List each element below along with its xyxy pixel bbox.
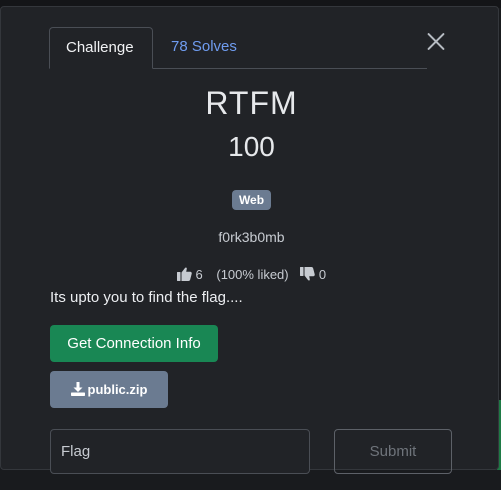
submit-button[interactable]: Submit (334, 429, 452, 474)
challenge-points: 100 (228, 131, 275, 162)
category-tag-wrapper: Web (1, 190, 501, 210)
liked-percentage: (100% liked) (216, 267, 289, 283)
like-count: 6 (195, 267, 203, 283)
challenge-description: Its upto you to find the flag.... (50, 289, 243, 306)
modal-tabs: Challenge 78 Solves (49, 27, 427, 69)
download-file-label: public.zip (87, 382, 148, 397)
thumbs-down-icon (300, 267, 316, 281)
challenge-modal: Challenge 78 Solves RTFM 100 Web f0rk3b0… (0, 6, 501, 474)
flag-input[interactable] (50, 429, 310, 474)
get-connection-info-button[interactable]: Get Connection Info (50, 325, 218, 362)
tab-challenge[interactable]: Challenge (49, 27, 153, 69)
challenge-author: f0rk3b0mb (218, 229, 285, 245)
tab-solves[interactable]: 78 Solves (155, 27, 253, 67)
category-badge: Web (231, 190, 272, 210)
download-file-button[interactable]: public.zip (50, 371, 168, 408)
download-icon (70, 382, 85, 396)
dislike-button[interactable]: 0 (300, 267, 326, 282)
challenge-title: RTFM (205, 85, 298, 121)
close-icon[interactable] (424, 29, 448, 53)
thumbs-up-icon (176, 267, 192, 282)
like-button[interactable]: 6 (176, 267, 203, 283)
dislike-count: 0 (318, 267, 327, 283)
ratings-row: 6 (100% liked) 0 (1, 266, 501, 282)
